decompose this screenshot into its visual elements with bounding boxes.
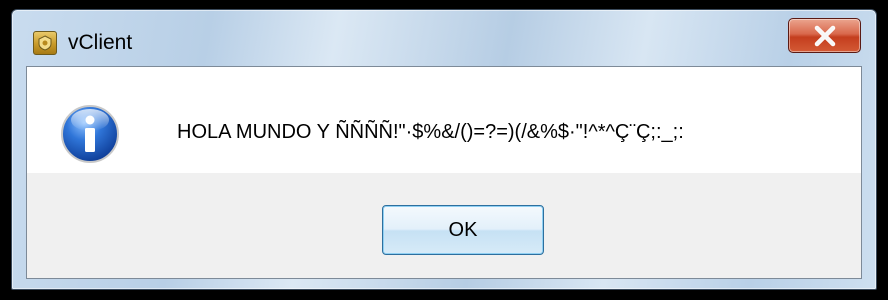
vclient-app-icon[interactable] bbox=[33, 31, 57, 55]
message-panel: HOLA MUNDO Y ÑÑÑÑ!"·$%&/()=?=)(/&%$·"!^*… bbox=[27, 67, 861, 173]
information-icon bbox=[61, 105, 119, 163]
dialog-window: vClient HOLA MUNDO Y ÑÑÑÑ!"·$%&/()=?=)(/… bbox=[11, 9, 877, 290]
close-x-icon bbox=[814, 25, 836, 47]
dialog-message: HOLA MUNDO Y ÑÑÑÑ!"·$%&/()=?=)(/&%$·"!^*… bbox=[177, 121, 684, 143]
ok-button[interactable]: OK bbox=[382, 205, 544, 255]
title-bar[interactable]: vClient bbox=[12, 10, 876, 66]
close-button[interactable] bbox=[788, 18, 861, 53]
dialog-body: HOLA MUNDO Y ÑÑÑÑ!"·$%&/()=?=)(/&%$·"!^*… bbox=[26, 66, 862, 279]
window-title: vClient bbox=[68, 31, 133, 54]
